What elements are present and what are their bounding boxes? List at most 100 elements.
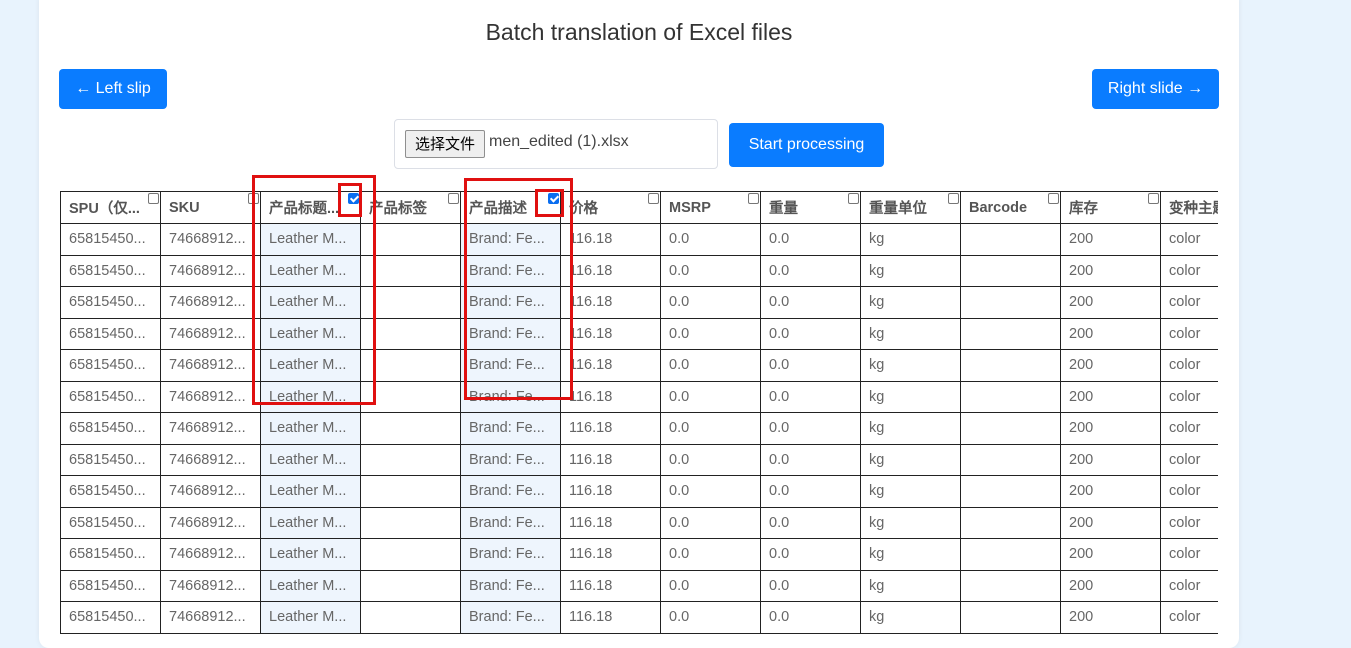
table-cell <box>360 317 461 350</box>
column-select-checkbox[interactable] <box>648 193 659 204</box>
table-cell: Leather M... <box>260 412 361 445</box>
table-cell: 116.18 <box>560 475 661 508</box>
table-cell: 65815450... <box>60 380 161 413</box>
table-cell <box>360 506 461 539</box>
table-cell: 0.0 <box>660 223 761 256</box>
table-row: 65815450... 74668912... Leather M... Brand:… <box>60 380 1218 413</box>
excel-preview-table-container[interactable]: SPU（仅... SKU 产品标题... 产品标签 产品描述 价格 MSRP 重量 重量单位 Ba… <box>60 191 1218 648</box>
table-cell <box>360 349 461 382</box>
table-cell: 65815450... <box>60 317 161 350</box>
table-cell <box>360 412 461 445</box>
table-cell: kg <box>860 317 961 350</box>
column-header: 重量单位 <box>860 191 961 224</box>
table-cell <box>960 569 1061 602</box>
table-cell <box>360 380 461 413</box>
table-cell: 0.0 <box>660 569 761 602</box>
column-header: SPU（仅... <box>60 191 161 224</box>
table-cell: 0.0 <box>760 569 861 602</box>
table-cell: Leather M... <box>260 506 361 539</box>
column-select-checkbox-checked[interactable] <box>548 193 559 204</box>
table-cell: 74668912... <box>160 538 261 571</box>
table-cell: kg <box>860 538 961 571</box>
table-cell: 0.0 <box>760 412 861 445</box>
column-select-checkbox[interactable] <box>248 193 259 204</box>
column-header-label: 变种主题 <box>1169 201 1218 217</box>
table-cell: Brand: Fe... <box>460 601 561 634</box>
column-select-checkbox[interactable] <box>148 193 159 204</box>
table-cell: 74668912... <box>160 317 261 350</box>
column-header-label: 产品标签 <box>369 201 427 217</box>
column-header: 产品描述 <box>460 191 561 224</box>
table-cell: Leather M... <box>260 538 361 571</box>
table-cell: 116.18 <box>560 380 661 413</box>
excel-preview-table: SPU（仅... SKU 产品标题... 产品标签 产品描述 价格 MSRP 重量 重量单位 Ba… <box>60 191 1218 634</box>
table-cell: Brand: Fe... <box>460 380 561 413</box>
column-select-checkbox[interactable] <box>948 193 959 204</box>
table-cell: 0.0 <box>660 349 761 382</box>
table-cell: 200 <box>1060 443 1161 476</box>
table-cell: 0.0 <box>760 506 861 539</box>
table-cell: 74668912... <box>160 254 261 287</box>
table-cell: 200 <box>1060 412 1161 445</box>
table-cell: 116.18 <box>560 506 661 539</box>
column-select-checkbox[interactable] <box>1048 193 1059 204</box>
column-select-checkbox[interactable] <box>748 193 759 204</box>
table-cell: Brand: Fe... <box>460 317 561 350</box>
table-cell: 65815450... <box>60 286 161 319</box>
column-select-checkbox[interactable] <box>448 193 459 204</box>
table-cell: 0.0 <box>660 538 761 571</box>
table-cell: 0.0 <box>760 223 861 256</box>
table-row: 65815450... 74668912... Leather M... Brand:… <box>60 223 1218 256</box>
table-row: 65815450... 74668912... Leather M... Brand:… <box>60 601 1218 634</box>
table-cell: color <box>1160 506 1218 539</box>
table-cell: 65815450... <box>60 506 161 539</box>
table-cell: kg <box>860 380 961 413</box>
column-select-checkbox[interactable] <box>1148 193 1159 204</box>
table-cell: 65815450... <box>60 412 161 445</box>
start-processing-button[interactable]: Start processing <box>729 123 884 167</box>
table-cell: 65815450... <box>60 349 161 382</box>
table-cell: Brand: Fe... <box>460 254 561 287</box>
table-cell: color <box>1160 317 1218 350</box>
table-cell: 0.0 <box>760 254 861 287</box>
table-cell: color <box>1160 349 1218 382</box>
table-cell: Brand: Fe... <box>460 569 561 602</box>
table-cell: Brand: Fe... <box>460 475 561 508</box>
table-cell: 200 <box>1060 380 1161 413</box>
table-cell <box>360 223 461 256</box>
table-row: 65815450... 74668912... Leather M... Brand:… <box>60 286 1218 319</box>
table-cell: 74668912... <box>160 349 261 382</box>
table-cell: 65815450... <box>60 443 161 476</box>
column-select-checkbox[interactable] <box>848 193 859 204</box>
right-slide-button[interactable]: Right slide → <box>1092 69 1219 109</box>
table-cell: 116.18 <box>560 286 661 319</box>
column-header-label: SKU <box>169 199 200 216</box>
table-cell: 200 <box>1060 223 1161 256</box>
table-cell: color <box>1160 443 1218 476</box>
table-cell: 65815450... <box>60 569 161 602</box>
table-cell: color <box>1160 380 1218 413</box>
table-cell: 0.0 <box>660 443 761 476</box>
table-cell: color <box>1160 475 1218 508</box>
table-cell: color <box>1160 223 1218 256</box>
file-input[interactable]: 选择文件 men_edited (1).xlsx <box>394 119 718 169</box>
choose-file-button[interactable]: 选择文件 <box>405 130 485 158</box>
column-select-checkbox-checked[interactable] <box>348 193 359 204</box>
table-cell: 0.0 <box>660 254 761 287</box>
table-cell: Leather M... <box>260 601 361 634</box>
table-cell <box>360 286 461 319</box>
table-cell: 0.0 <box>760 538 861 571</box>
table-row: 65815450... 74668912... Leather M... Brand:… <box>60 475 1218 508</box>
column-header-label: MSRP <box>669 199 711 216</box>
table-cell: color <box>1160 538 1218 571</box>
column-header-label: SPU（仅... <box>69 201 140 217</box>
table-cell: Brand: Fe... <box>460 538 561 571</box>
table-cell <box>960 223 1061 256</box>
left-slip-button[interactable]: ← Left slip <box>59 69 167 109</box>
table-cell: 74668912... <box>160 380 261 413</box>
table-cell <box>960 601 1061 634</box>
table-cell: kg <box>860 286 961 319</box>
table-cell <box>360 538 461 571</box>
table-cell: 116.18 <box>560 412 661 445</box>
table-cell <box>360 254 461 287</box>
